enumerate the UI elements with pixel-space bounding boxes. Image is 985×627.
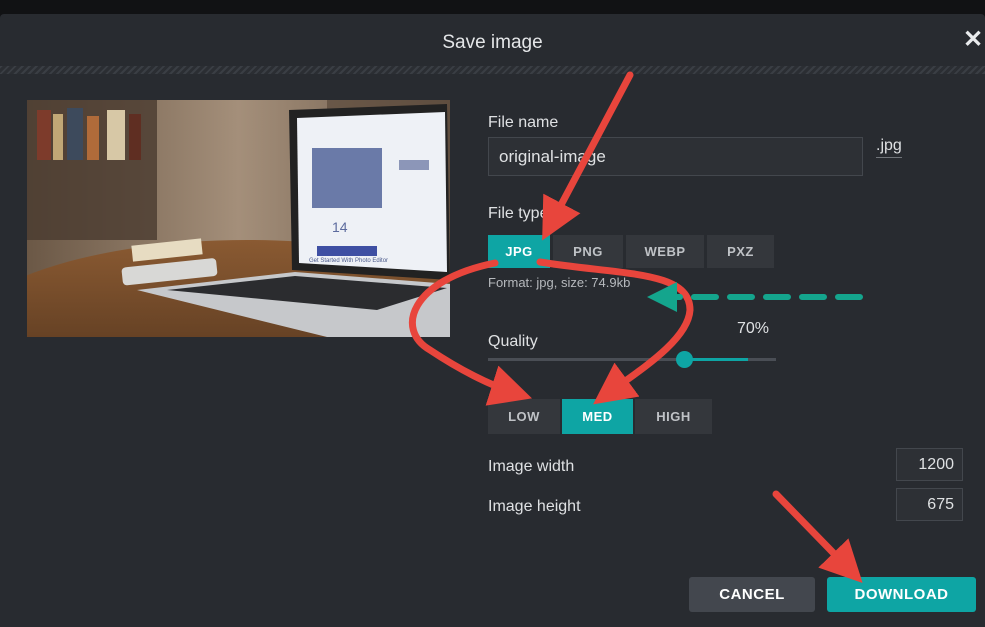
quality-med-button[interactable]: MED — [562, 399, 633, 434]
file-type-webp-button[interactable]: WEBP — [626, 235, 704, 268]
cancel-button[interactable]: CANCEL — [689, 577, 815, 612]
file-name-label: File name — [488, 114, 559, 131]
image-width-input[interactable] — [896, 448, 963, 481]
screen-heading: 14 — [332, 219, 348, 235]
file-type-pxz-button[interactable]: PXZ — [707, 235, 774, 268]
quality-value: 70% — [737, 320, 770, 337]
quality-low-button[interactable]: LOW — [488, 399, 560, 434]
format-info: Format: jpg, size: 74.9kb — [488, 275, 631, 290]
quality-slider-fill — [685, 358, 748, 361]
close-icon[interactable]: ✕ — [961, 28, 985, 52]
download-button[interactable]: DOWNLOAD — [827, 577, 976, 612]
file-type-label: File type — [488, 205, 549, 222]
image-preview: 14 Get Started With Photo Editor — [27, 100, 450, 337]
screen-caption: Get Started With Photo Editor — [309, 258, 388, 264]
file-extension: .jpg — [876, 137, 902, 158]
file-name-input[interactable] — [488, 137, 863, 176]
image-height-input[interactable] — [896, 488, 963, 521]
file-type-jpg-button[interactable]: JPG — [488, 235, 550, 268]
quality-slider-thumb[interactable] — [676, 351, 693, 368]
image-width-label: Image width — [488, 458, 575, 475]
laptop-photo: 14 Get Started With Photo Editor — [27, 100, 450, 337]
dialog-title: Save image — [442, 32, 543, 53]
image-height-label: Image height — [488, 498, 581, 515]
quality-high-button[interactable]: HIGH — [635, 399, 712, 434]
header-divider — [0, 66, 985, 74]
file-type-png-button[interactable]: PNG — [553, 235, 623, 268]
quality-label: Quality — [488, 333, 538, 350]
